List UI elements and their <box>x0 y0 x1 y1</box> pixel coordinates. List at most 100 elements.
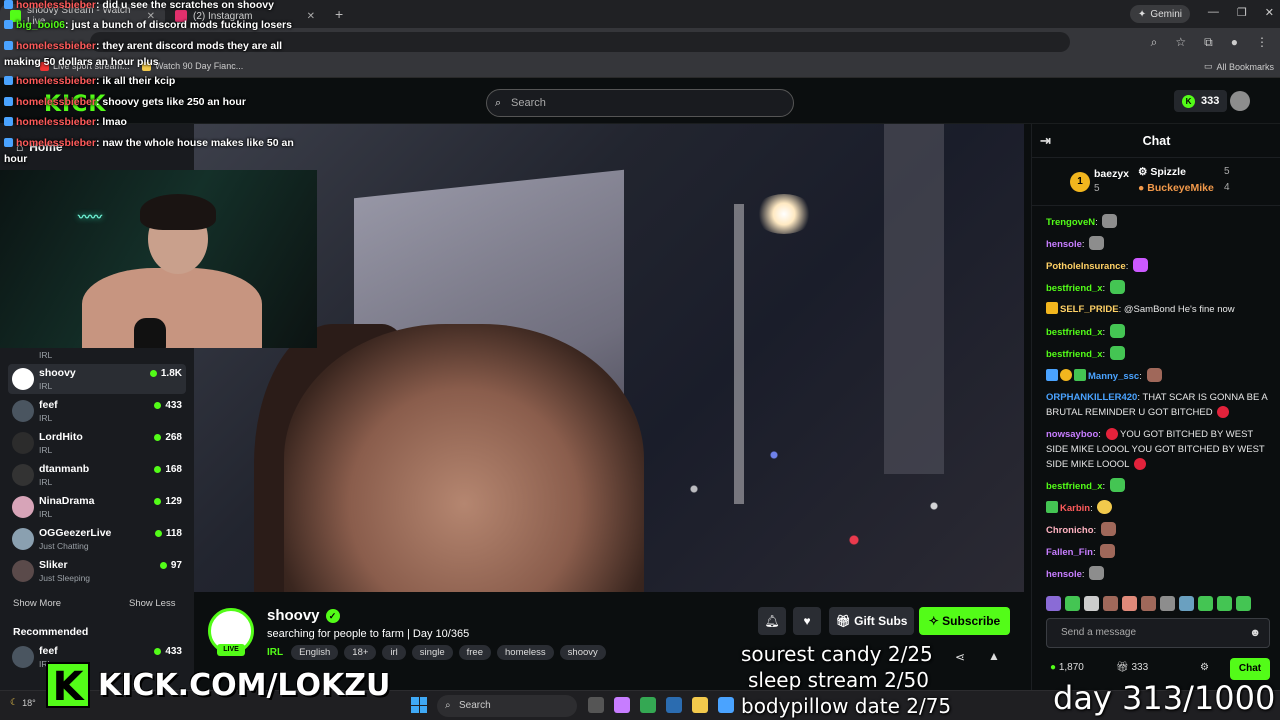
tag[interactable]: free <box>458 645 491 660</box>
emote-icon[interactable] <box>1179 596 1194 611</box>
profile-icon[interactable]: ● <box>1231 35 1238 50</box>
chat-username[interactable]: ORPHANKILLER420 <box>1046 392 1137 403</box>
emote-icon[interactable] <box>1046 596 1061 611</box>
emote-icon[interactable] <box>1217 596 1232 611</box>
app-icon[interactable] <box>718 697 734 713</box>
tag[interactable]: shoovy <box>559 645 606 660</box>
chat-username[interactable]: hensole <box>1046 239 1082 250</box>
close-tab-icon[interactable]: ✕ <box>307 11 315 22</box>
send-chat-button[interactable]: Chat <box>1230 658 1270 680</box>
minimize-icon[interactable]: — <box>1208 6 1219 19</box>
taskbar-search[interactable]: ⌕ Search <box>437 695 577 717</box>
sidebar-channel-lordhito[interactable]: LordHito IRL 268 <box>8 428 186 458</box>
chat-username[interactable]: nowsayboo <box>1046 429 1098 440</box>
chat-username[interactable]: bestfriend_x <box>1046 283 1103 294</box>
chat-username[interactable]: bestfriend_x <box>1046 327 1103 338</box>
tag[interactable]: homeless <box>497 645 554 660</box>
chat-username[interactable]: SELF_PRIDE <box>1060 304 1119 315</box>
chrome-icon[interactable] <box>640 697 656 713</box>
copilot-icon[interactable] <box>614 697 630 713</box>
emoji-picker-icon[interactable]: ☻ <box>1249 619 1261 647</box>
user-avatar[interactable] <box>1230 91 1250 111</box>
chat-username[interactable]: Chronicho <box>1046 525 1094 536</box>
channel-name: shoovy <box>39 367 76 379</box>
leaderboard-entry[interactable]: ● BuckeyeMike <box>1138 182 1214 194</box>
sidebar-channel-sliker[interactable]: Sliker Just Sleeping 97 <box>8 556 186 586</box>
file-explorer-icon[interactable] <box>692 697 708 713</box>
subscribe-label: Subscribe <box>942 614 1001 628</box>
show-less-button[interactable]: Show Less <box>129 598 175 609</box>
viewer-count: 118 <box>154 528 182 539</box>
leaderboard-entry[interactable]: ⚙ Spizzle <box>1138 166 1186 178</box>
follow-heart-icon[interactable]: ♥ <box>793 607 821 635</box>
chat-message-input[interactable]: Send a message ☻ <box>1046 618 1270 648</box>
sidebar-channel-ninadrama[interactable]: NinaDrama IRL 129 <box>8 492 186 522</box>
streamer-name[interactable]: shoovy ✓ <box>267 607 340 624</box>
overlay-username: homelessbieber <box>16 137 96 149</box>
tag[interactable]: single <box>411 645 453 660</box>
show-more-button[interactable]: Show More <box>13 598 61 609</box>
live-dot-icon <box>154 648 162 655</box>
emote-icon[interactable] <box>1122 596 1137 611</box>
emote-icon[interactable] <box>1236 596 1251 611</box>
extensions-icon[interactable]: ⧉ <box>1204 35 1213 50</box>
chat-username[interactable]: bestfriend_x <box>1046 349 1103 360</box>
kick-points-badge[interactable]: K 333 <box>1174 90 1228 112</box>
badge-icon <box>4 76 13 85</box>
emote-icon[interactable] <box>1160 596 1175 611</box>
chat-username[interactable]: PotholeInsurance <box>1046 261 1126 272</box>
maximize-icon[interactable]: ❐ <box>1237 6 1247 19</box>
emote-icon[interactable] <box>1084 596 1099 611</box>
settings-gear-icon[interactable]: ⚙ <box>1200 662 1209 673</box>
share-icon[interactable]: ⋖ <box>955 650 965 664</box>
emote-icon[interactable] <box>1198 596 1213 611</box>
chat-username[interactable]: TrengoveN <box>1046 217 1095 228</box>
video-player[interactable] <box>194 124 1024 592</box>
chat-username[interactable]: Fallen_Fin <box>1046 547 1093 558</box>
gift-count-display[interactable]: 🎁︎ 333 <box>1116 662 1148 673</box>
report-icon[interactable]: ▲ <box>988 649 1000 663</box>
all-bookmarks[interactable]: ▭ All Bookmarks <box>1204 61 1274 72</box>
chat-username[interactable]: bestfriend_x <box>1046 481 1103 492</box>
avatar <box>12 432 34 454</box>
tag[interactable]: 18+ <box>344 645 377 660</box>
emote-icon[interactable] <box>1141 596 1156 611</box>
live-dot-icon <box>149 370 157 377</box>
store-icon[interactable] <box>666 697 682 713</box>
search-input[interactable]: ⌕ Search <box>486 89 794 117</box>
sidebar-channel-dtanmanb[interactable]: dtanmanb IRL 168 <box>8 460 186 490</box>
chat-username[interactable]: Karbin <box>1060 503 1090 514</box>
emote-icon <box>1109 280 1125 294</box>
windows-start-icon[interactable] <box>411 697 427 713</box>
sidebar-channel-shoovy[interactable]: shoovy IRL 1.8K <box>8 364 186 394</box>
collapse-chat-icon[interactable]: ⇥ <box>1040 124 1051 158</box>
overlay-day-counter: day 313/1000 <box>1053 679 1276 717</box>
chat-username[interactable]: hensole <box>1046 569 1082 580</box>
category-link[interactable]: IRL <box>267 647 283 658</box>
subscribe-button[interactable]: ✧ Subscribe <box>919 607 1010 635</box>
tag[interactable]: English <box>291 645 339 660</box>
chat-title: Chat <box>1142 134 1171 148</box>
notification-bell-icon[interactable]: 🔔︎ <box>758 607 786 635</box>
chat-username[interactable]: Manny_ssc <box>1088 371 1139 382</box>
badge-icon <box>4 138 13 147</box>
task-view-icon[interactable] <box>588 697 604 713</box>
star-icon[interactable]: ☆ <box>1175 35 1186 50</box>
emote-icon[interactable] <box>1065 596 1080 611</box>
zoom-icon[interactable]: ⌕ <box>1151 35 1158 50</box>
live-badge: LIVE <box>217 644 245 656</box>
weather-widget[interactable]: ☾ 18° <box>10 697 36 708</box>
sidebar-channel-feef[interactable]: feef IRL 433 <box>8 396 186 426</box>
gift-subs-button[interactable]: 🎁︎ Gift Subs <box>829 607 914 635</box>
points-display[interactable]: ● 1,870 <box>1050 662 1084 673</box>
leaderboard-name[interactable]: baezyx <box>1094 168 1129 180</box>
new-tab-button[interactable]: + <box>325 6 353 22</box>
menu-icon[interactable]: ⋮ <box>1256 35 1268 50</box>
close-window-icon[interactable]: ✕ <box>1265 6 1274 19</box>
tag[interactable]: irl <box>382 645 406 660</box>
gemini-button[interactable]: ✦ Gemini <box>1129 5 1190 23</box>
emote-icon[interactable] <box>1103 596 1118 611</box>
all-bookmarks-label: All Bookmarks <box>1216 61 1275 72</box>
avatar <box>12 646 34 668</box>
sidebar-channel-oggeezerlive[interactable]: OGGeezerLive Just Chatting 118 <box>8 524 186 554</box>
